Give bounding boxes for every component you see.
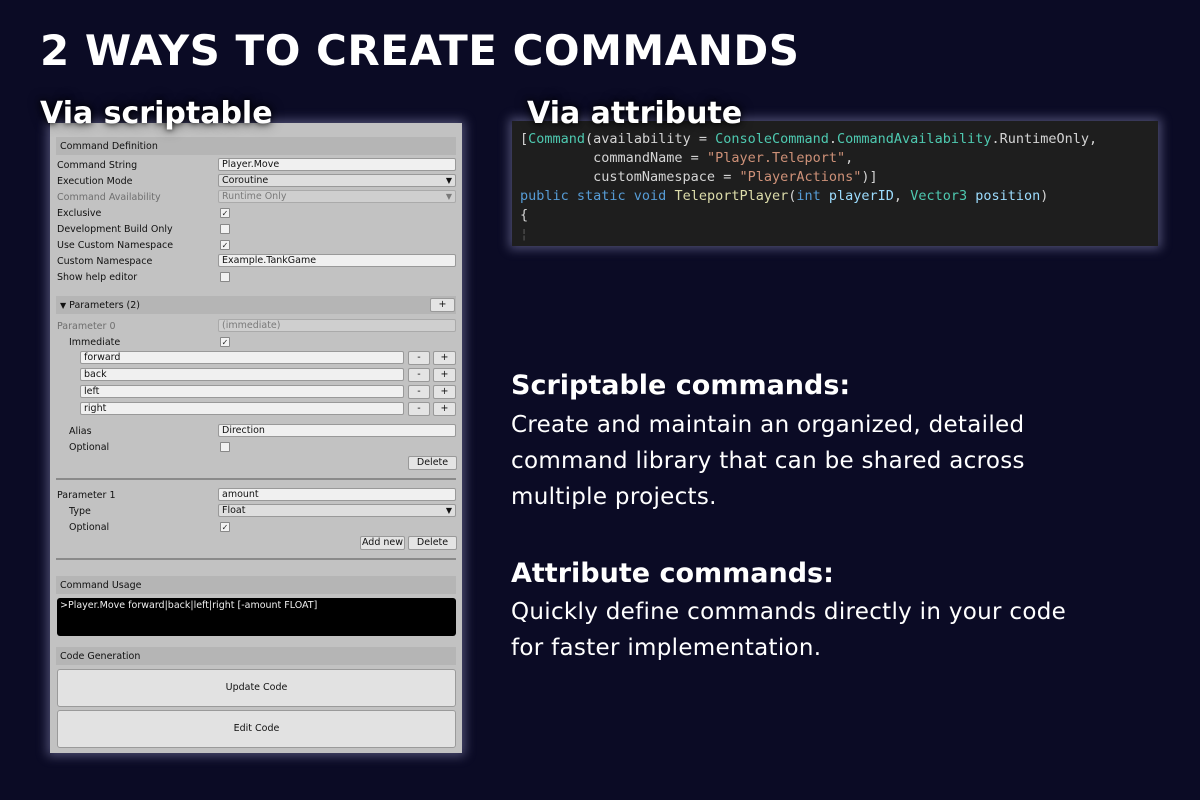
exclusive-label: Exclusive [57,207,102,219]
edit-code-button[interactable]: Edit Code [57,710,456,748]
use-custom-namespace-row: Use Custom Namespace [57,238,457,252]
parameters-label: Parameters (2) [69,299,141,311]
command-usage-text: >Player.Move forward|back|left|right [-a… [60,600,318,611]
immediate-checkbox[interactable]: ✓ [220,337,230,347]
code-line-3: customNamespace = "PlayerActions")] [520,169,878,185]
option-input-forward[interactable]: forward [80,351,404,364]
immediate-label: Immediate [69,336,121,348]
parameter-1-optional-row: Optional [69,520,469,534]
command-definition-header: Command Definition [56,137,456,155]
remove-option-button[interactable]: - [408,368,430,382]
command-availability-label: Command Availability [57,191,161,203]
development-build-label: Development Build Only [57,223,173,235]
page-headline: 2 WAYS TO CREATE COMMANDS [40,26,800,75]
code-line-4: public static void TeleportPlayer(int pl… [520,188,1049,204]
scriptable-commands-description: Create and maintain an organized, detail… [511,407,1171,515]
foldout-arrow-icon: ▼ [60,300,67,310]
execution-mode-value: Coroutine [222,175,269,186]
parameter-1-name-input[interactable]: amount [218,488,456,501]
dropdown-arrow-icon: ▼ [445,176,452,185]
command-string-input[interactable]: Player.Move [218,158,456,171]
update-code-button[interactable]: Update Code [57,669,456,707]
code-line-2: commandName = "Player.Teleport", [520,150,854,166]
execution-mode-label: Execution Mode [57,175,133,187]
via-scriptable-heading: Via scriptable [40,96,273,131]
attribute-code-snippet: [Command(availability = ConsoleCommand.C… [512,121,1158,246]
command-string-label: Command String [57,159,138,171]
exclusive-checkbox[interactable]: ✓ [220,208,230,218]
add-option-button[interactable]: + [433,385,456,399]
remove-option-button[interactable]: - [408,402,430,416]
via-attribute-heading: Via attribute [527,96,743,131]
scriptable-commands-title: Scriptable commands: [511,370,851,401]
immediate-row: Immediate [69,335,469,349]
code-line-1: [Command(availability = ConsoleCommand.C… [520,131,1098,147]
parameter-1-type-label: Type [69,505,91,517]
remove-option-button[interactable]: - [408,385,430,399]
use-custom-namespace-checkbox[interactable]: ✓ [220,240,230,250]
command-inspector-panel: Command Definition Command String Player… [50,123,462,753]
parameter-0-label: Parameter 0 [57,320,116,332]
parameters-foldout[interactable]: ▼ Parameters (2) [56,296,456,314]
parameter-1-label: Parameter 1 [57,489,116,501]
divider [56,478,456,480]
dropdown-arrow-icon: ▼ [445,192,452,201]
development-build-checkbox[interactable] [220,224,230,234]
custom-namespace-input[interactable]: Example.TankGame [218,254,456,267]
development-build-row: Development Build Only [57,222,457,236]
parameter-1-optional-checkbox[interactable]: ✓ [220,522,230,532]
add-option-button[interactable]: + [433,402,456,416]
indent-guide: ¦ [520,226,529,242]
option-input-left[interactable]: left [80,385,404,398]
option-input-right[interactable]: right [80,402,404,415]
show-help-label: Show help editor [57,271,138,283]
parameter-1-type-value: Float [222,505,246,516]
alias-label: Alias [69,425,92,437]
add-parameter-button[interactable]: + [430,298,455,312]
add-option-button[interactable]: + [433,368,456,382]
delete-parameter-0-button[interactable]: Delete [408,456,457,470]
delete-parameter-1-button[interactable]: Delete [408,536,457,550]
description-line: for faster implementation. [511,635,822,661]
attribute-commands-description: Quickly define commands directly in your… [511,594,1171,666]
command-usage-box: >Player.Move forward|back|left|right [-a… [57,598,456,636]
use-custom-namespace-label: Use Custom Namespace [57,239,174,251]
remove-option-button[interactable]: - [408,351,430,365]
alias-input[interactable]: Direction [218,424,456,437]
dropdown-arrow-icon: ▼ [445,506,452,515]
parameter-0-name-field: (immediate) [218,319,456,332]
custom-namespace-label: Custom Namespace [57,255,153,267]
attribute-commands-title: Attribute commands: [511,558,834,589]
show-help-checkbox[interactable] [220,272,230,282]
show-help-row: Show help editor [57,270,457,284]
option-input-back[interactable]: back [80,368,404,381]
divider [56,558,456,560]
description-line: Quickly define commands directly in your… [511,599,1067,625]
description-line: command library that can be shared acros… [511,448,1025,474]
execution-mode-dropdown[interactable]: Coroutine ▼ [218,174,456,187]
command-usage-header: Command Usage [56,576,456,594]
parameter-0-optional-label: Optional [69,441,110,453]
parameter-0-optional-row: Optional [69,440,469,454]
parameter-1-optional-label: Optional [69,521,110,533]
exclusive-row: Exclusive [57,206,457,220]
description-line: multiple projects. [511,484,717,510]
command-availability-dropdown: Runtime Only ▼ [218,190,456,203]
code-generation-header: Code Generation [56,647,456,665]
parameter-1-type-dropdown[interactable]: Float ▼ [218,504,456,517]
description-line: Create and maintain an organized, detail… [511,412,1025,438]
command-availability-value: Runtime Only [222,191,287,202]
add-option-button[interactable]: + [433,351,456,365]
parameter-0-optional-checkbox[interactable] [220,442,230,452]
add-new-parameter-button[interactable]: Add new [360,536,405,550]
code-line-5: { [520,207,529,223]
